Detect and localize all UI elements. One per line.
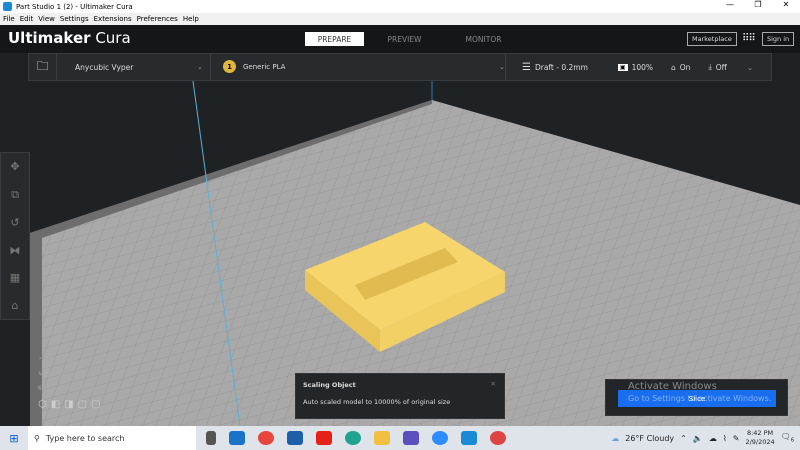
material-selector[interactable]: 1 Generic PLA ⌄ <box>219 54 506 80</box>
pen-icon[interactable]: ✎ <box>733 434 740 443</box>
task-view-icon[interactable] <box>206 431 216 445</box>
cura-taskbar-icon[interactable] <box>461 431 477 445</box>
app-icon[interactable] <box>403 431 419 445</box>
taskbar: ⊞ ⚲ Type here to search ☁ 26°F Cloudy ⌃ 🔈… <box>0 426 800 450</box>
window-title: Part Studio 1 (2) - Ultimaker Cura <box>16 2 133 11</box>
wifi-icon[interactable]: ⌇ <box>723 434 727 443</box>
restore-button[interactable]: ❐ <box>744 0 772 9</box>
weather-text[interactable]: 26°F Cloudy <box>625 434 674 443</box>
taskbar-search[interactable]: ⚲ Type here to search <box>28 426 196 450</box>
front-view-icon[interactable]: ◧ <box>51 399 64 410</box>
notification-message: Auto scaled model to 10000% of original … <box>303 398 451 406</box>
sliders-icon: ☰ <box>522 61 531 73</box>
per-model-settings-icon[interactable]: ▦ <box>10 271 20 284</box>
zoom-icon[interactable] <box>432 431 448 445</box>
object-list-toggle[interactable]: ⌃ Object list <box>38 357 105 364</box>
search-icon: ⚲ <box>34 433 40 443</box>
mirror-icon[interactable]: ⧓ <box>10 244 21 257</box>
onedrive-icon[interactable]: ☁ <box>709 434 717 443</box>
profile-label: Draft - 0.2mm <box>534 62 588 72</box>
printer-selector[interactable]: Anycubic Vyper ⌄ <box>65 54 211 80</box>
scale-icon[interactable]: ⧉ <box>11 188 19 202</box>
print-setup-toolbar: 🗀 Anycubic Vyper ⌄ 1 Generic PLA ⌄ ☰ Draf… <box>28 53 772 81</box>
scaling-notification: Scaling Object Auto scaled model to 1000… <box>295 373 505 419</box>
chevron-down-icon: ⌄ <box>746 62 754 72</box>
chevron-down-icon: ⌄ <box>499 63 505 71</box>
activate-windows-watermark: Activate Windows Go to Settings to activa… <box>628 381 772 403</box>
file-explorer-icon[interactable] <box>374 431 390 445</box>
menu-file[interactable]: File <box>3 15 15 23</box>
chevron-down-icon: ⌄ <box>197 63 203 71</box>
system-tray: ☁ 26°F Cloudy ⌃ 🔈 ☁ ⌇ ✎ 8:42 PM 2/9/2024 … <box>611 426 794 450</box>
menu-help[interactable]: Help <box>183 15 199 23</box>
open-file-button[interactable]: 🗀 <box>29 54 57 80</box>
tab-prepare[interactable]: PREPARE <box>305 32 364 46</box>
notification-icon[interactable]: 🗨6 <box>781 432 794 444</box>
tab-monitor[interactable]: MONITOR <box>454 32 513 46</box>
object-dimensions: 61.0 x 50.8 x 9.5 mm <box>38 385 103 392</box>
left-toolbar: ✥ ⧉ ↺ ⧓ ▦ ⌂ <box>0 152 30 320</box>
notification-title: Scaling Object <box>303 381 356 389</box>
edge-icon[interactable] <box>345 431 361 445</box>
menu-extensions[interactable]: Extensions <box>94 15 132 23</box>
object-name[interactable]: ✎ Part Studio 1 (2) <box>38 371 105 378</box>
folder-icon: 🗀 <box>36 58 49 73</box>
chrome-profile-icon[interactable] <box>490 431 506 445</box>
close-icon[interactable]: ✕ <box>491 380 496 388</box>
close-button[interactable]: ✕ <box>772 0 800 9</box>
menu-view[interactable]: View <box>38 15 55 23</box>
tab-preview[interactable]: PREVIEW <box>375 32 434 46</box>
youtube-icon[interactable] <box>316 431 332 445</box>
chrome-icon[interactable] <box>258 431 274 445</box>
tray-chevron-icon[interactable]: ⌃ <box>680 434 687 443</box>
infill-icon: ▣ <box>617 63 628 71</box>
volume-icon[interactable]: 🔈 <box>693 434 703 443</box>
infill-value: 100% <box>631 62 654 72</box>
support-icon: ⌂ <box>671 62 676 72</box>
move-icon[interactable]: ✥ <box>10 160 19 173</box>
print-settings-selector[interactable]: ☰ Draft - 0.2mm ▣ 100% ⌂ On ⤓ Off ⌄ <box>514 54 757 80</box>
menu-bar: File Edit View Settings Extensions Prefe… <box>0 13 800 25</box>
top-view-icon[interactable]: ◨ <box>64 399 77 410</box>
adhesion-icon: ⤓ <box>708 62 712 71</box>
material-name: Generic PLA <box>243 63 286 71</box>
printer-name: Anycubic Vyper <box>75 62 134 72</box>
object-list-panel: ⌃ Object list ✎ Part Studio 1 (2) 61.0 x… <box>38 357 105 417</box>
3d-view-icon[interactable]: ⬡ <box>38 399 51 410</box>
weather-cloud-icon: ☁ <box>611 433 620 443</box>
minimize-button[interactable]: — <box>716 0 744 9</box>
menu-edit[interactable]: Edit <box>20 15 34 23</box>
sign-in-button[interactable]: Sign in <box>762 32 795 46</box>
apps-grid-icon[interactable]: ⠿⠿ <box>742 33 756 44</box>
adhesion-value: Off <box>715 62 727 72</box>
right-view-icon[interactable]: ▢ <box>91 399 104 410</box>
marketplace-button[interactable]: Marketplace <box>687 32 737 46</box>
store-icon[interactable] <box>287 431 303 445</box>
rotate-icon[interactable]: ↺ <box>10 216 19 229</box>
left-view-icon[interactable]: ▢ <box>78 399 91 410</box>
mail-icon[interactable] <box>229 431 245 445</box>
menu-settings[interactable]: Settings <box>60 15 89 23</box>
extruder-icon: 1 <box>223 60 236 73</box>
clock[interactable]: 8:42 PM 2/9/2024 <box>745 429 774 447</box>
windows-start-icon[interactable]: ⊞ <box>0 432 28 445</box>
cura-app-icon <box>3 2 12 11</box>
app-header: Ultimaker Cura PREPARE PREVIEW MONITOR M… <box>0 25 800 53</box>
support-blocker-icon[interactable]: ⌂ <box>12 299 19 312</box>
menu-preferences[interactable]: Preferences <box>137 15 178 23</box>
title-bar: Part Studio 1 (2) - Ultimaker Cura — ❐ ✕ <box>0 0 800 13</box>
view-buttons: ⬡◧◨▢▢ <box>38 399 105 410</box>
support-value: On <box>679 62 691 72</box>
logo: Ultimaker Cura <box>8 29 131 47</box>
